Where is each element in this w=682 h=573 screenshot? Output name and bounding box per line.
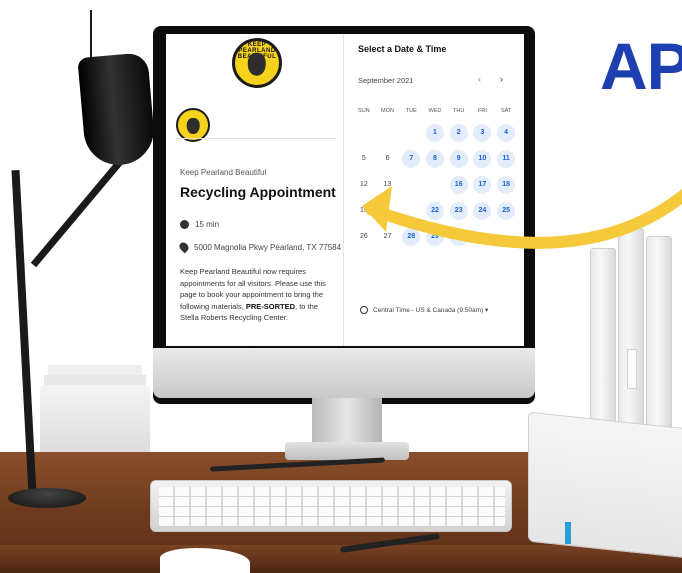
calendar-date <box>352 124 376 142</box>
book-stack <box>40 385 150 455</box>
date-time-picker: Select a Date & Time September 2021 ‹ › … <box>344 34 524 346</box>
available-date[interactable]: 22 <box>425 202 444 220</box>
available-date[interactable]: 30 <box>449 228 468 246</box>
available-date[interactable]: 3 <box>473 124 492 142</box>
event-duration: 15 min <box>180 220 219 229</box>
closed-book <box>528 411 682 559</box>
calendar-date <box>399 202 423 220</box>
duration-label: 15 min <box>195 220 220 229</box>
available-date[interactable]: 23 <box>449 202 468 220</box>
weekday-label: TUE <box>405 108 417 114</box>
weekday-label: FRI <box>477 108 487 114</box>
monitor-chin <box>153 348 535 398</box>
binder <box>618 228 644 448</box>
monitor-stand-base <box>285 442 409 460</box>
calendar-date: 26 <box>359 233 368 240</box>
next-month-button[interactable]: › <box>500 74 503 84</box>
calendar-date <box>399 124 423 142</box>
weekday-label: SUN <box>358 108 370 114</box>
calendar-date: 19 <box>359 207 368 214</box>
available-date[interactable]: 10 <box>473 150 492 168</box>
pear-icon <box>186 117 200 134</box>
binder <box>646 236 672 456</box>
binders <box>590 228 682 456</box>
calendar-date: 13 <box>383 181 392 188</box>
org-logo: KEEP PEARLAND BEAUTIFUL <box>232 38 282 88</box>
month-label: September 2021 <box>358 76 414 85</box>
calendar-date <box>471 228 495 246</box>
event-description: Keep Pearland Beautiful now requires app… <box>180 266 336 324</box>
calendar-date <box>376 124 400 142</box>
desk-lamp-icon <box>77 52 157 168</box>
available-date[interactable]: 29 <box>425 228 444 246</box>
available-date[interactable]: 28 <box>402 228 421 246</box>
calendar-date <box>423 176 447 194</box>
available-date[interactable]: 18 <box>497 176 516 194</box>
booking-page: KEEP PEARLAND BEAUTIFUL Keep Pearland Be… <box>166 34 524 346</box>
lamp-base <box>8 488 86 508</box>
available-date[interactable]: 24 <box>473 202 492 220</box>
timezone-label: Central Time - US & Canada (9:50am) ▾ <box>373 307 489 314</box>
available-date[interactable]: 9 <box>449 150 468 168</box>
location-pin-icon <box>177 240 191 254</box>
location-label: 5000 Magnolia Pkwy Pearland, TX 77584 <box>194 242 342 252</box>
bookmark-tab <box>565 522 571 544</box>
organization-name: Keep Pearland Beautiful <box>180 168 267 177</box>
available-date[interactable]: 25 <box>497 202 516 220</box>
timezone-selector[interactable]: Central Time - US & Canada (9:50am) ▾ <box>360 306 488 314</box>
lamp-arm-lower <box>11 170 37 495</box>
weekday-header: SUN MON TUE WED THU FRI SAT <box>352 108 518 114</box>
divider <box>176 138 336 139</box>
event-title: Recycling Appointment <box>180 184 336 200</box>
calendar-date: 12 <box>359 181 368 188</box>
clock-icon <box>180 220 189 229</box>
calendar-grid: 1 2 3 4 5 6 7 8 9 10 11 12 13 16 17 18 19 22 23 24 25 26 27 28 2… <box>352 124 518 246</box>
desk-scene: KEEP PEARLAND BEAUTIFUL Keep Pearland Be… <box>0 0 682 573</box>
event-details-panel: KEEP PEARLAND BEAUTIFUL Keep Pearland Be… <box>166 34 344 346</box>
calendar-date: 6 <box>385 155 390 162</box>
picker-heading: Select a Date & Time <box>358 44 447 54</box>
keyboard <box>150 480 512 532</box>
available-date[interactable]: 1 <box>425 124 444 142</box>
prev-month-button[interactable]: ‹ <box>478 74 481 84</box>
event-location: 5000 Magnolia Pkwy Pearland, TX 77584 <box>177 240 342 254</box>
available-date[interactable]: 7 <box>402 150 421 168</box>
globe-icon <box>360 306 368 314</box>
pear-icon <box>247 52 267 76</box>
available-date[interactable]: 17 <box>473 176 492 194</box>
weekday-label: THU <box>453 108 465 114</box>
calendar-date <box>494 228 518 246</box>
calendar-date <box>399 176 423 194</box>
weekday-label: MON <box>381 108 394 114</box>
available-date[interactable]: 16 <box>449 176 468 194</box>
available-date[interactable]: 4 <box>497 124 516 142</box>
headline-text: AP <box>600 29 682 103</box>
description-emphasis: PRE-SORTED <box>245 301 296 311</box>
weekday-label: WED <box>428 108 442 114</box>
available-date[interactable]: 2 <box>449 124 468 142</box>
available-date[interactable]: 8 <box>425 150 444 168</box>
weekday-label: SAT <box>500 108 512 114</box>
available-date[interactable]: 11 <box>497 150 516 168</box>
monitor-stand <box>312 398 382 448</box>
org-avatar <box>176 108 210 142</box>
keyboard-keys <box>159 487 505 527</box>
calendar-date: 5 <box>361 155 366 162</box>
binder-label <box>627 349 637 389</box>
lamp-cord <box>90 10 92 60</box>
calendar-date: 27 <box>383 233 392 240</box>
calendar-date <box>376 202 400 220</box>
